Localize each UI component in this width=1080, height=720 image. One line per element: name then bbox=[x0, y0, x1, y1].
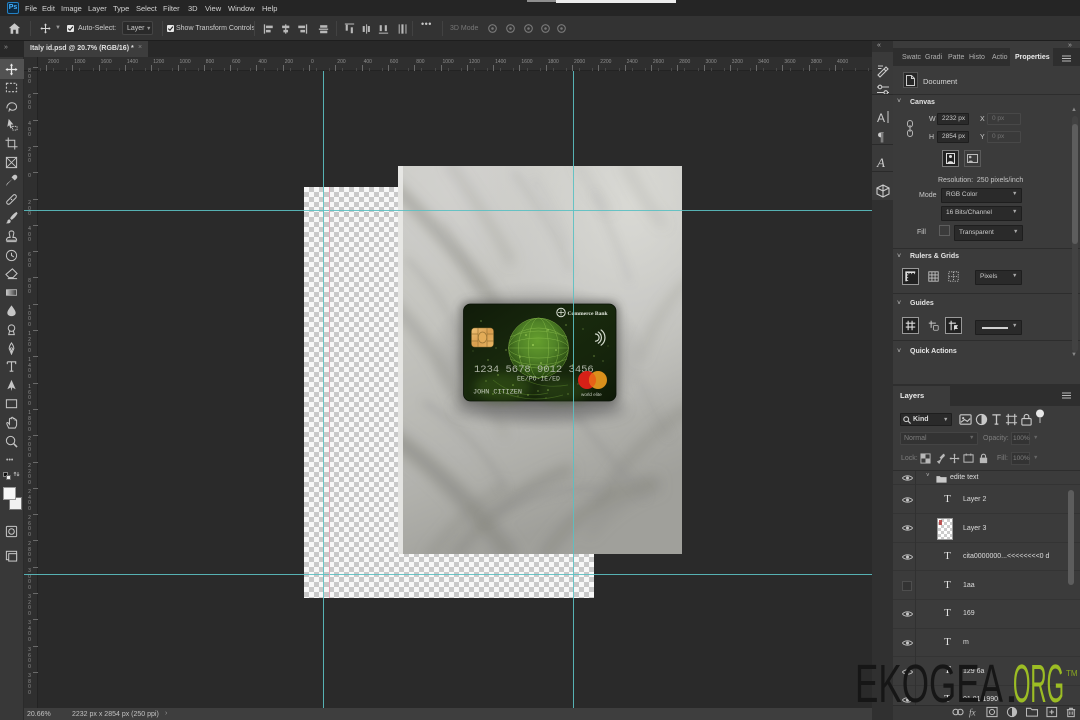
svg-text:JOHN CITIZEN: JOHN CITIZEN bbox=[473, 389, 522, 397]
svg-text:EKOGEA: EKOGEA bbox=[855, 658, 1003, 710]
svg-text:A: A bbox=[876, 155, 885, 169]
svg-text:ORG: ORG bbox=[1013, 658, 1064, 710]
svg-text:1234 5678 9012 3456: 1234 5678 9012 3456 bbox=[474, 364, 594, 376]
svg-text:¶: ¶ bbox=[878, 129, 884, 143]
svg-text:TM: TM bbox=[1066, 669, 1078, 678]
svg-text:world elite: world elite bbox=[581, 392, 602, 397]
svg-text:A: A bbox=[877, 111, 885, 124]
svg-text:EE/PO-IE/ED: EE/PO-IE/ED bbox=[517, 376, 560, 383]
